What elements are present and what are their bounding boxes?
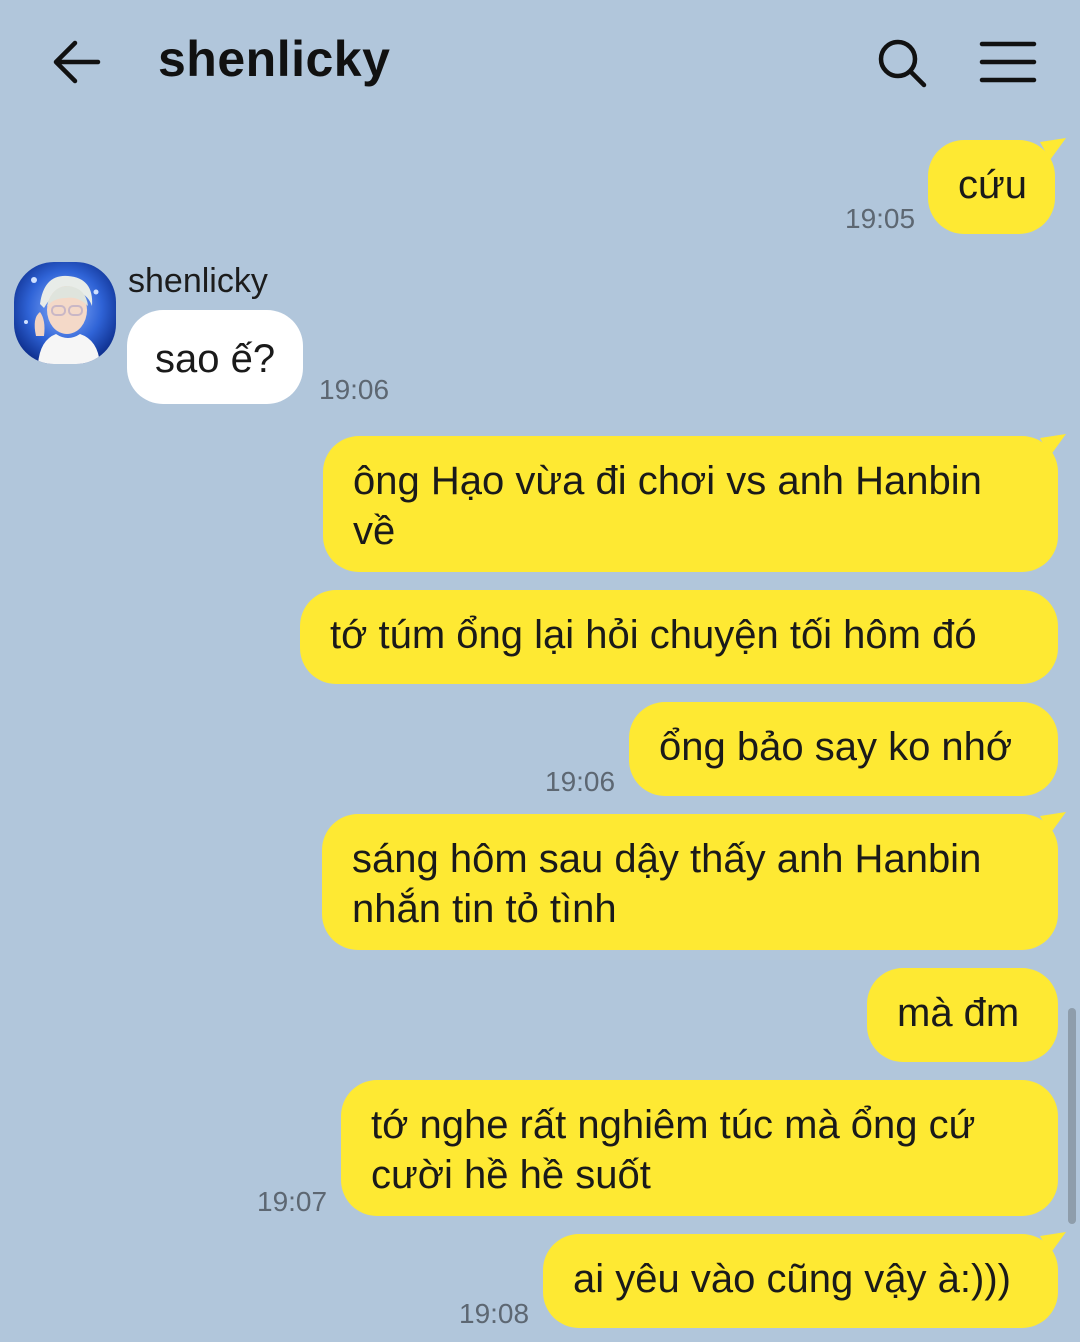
message-text-line: sáng hôm sau dậy thấy anh Hanbin <box>352 837 982 881</box>
message-timestamp: 19:05 <box>845 203 916 234</box>
message-text-line: cười hề hề suốt <box>371 1153 651 1197</box>
scrollbar[interactable] <box>1068 1008 1076 1224</box>
message-text: cứu <box>958 163 1028 207</box>
outgoing-message[interactable]: ai yêu vào cũng vậy à:))) <box>543 1234 1058 1328</box>
message-timestamp: 19:06 <box>319 374 390 405</box>
bubble-tail <box>1040 138 1066 160</box>
hamburger-menu-icon <box>979 41 1037 83</box>
message-text: mà đm <box>897 991 1020 1035</box>
menu-button[interactable] <box>978 36 1038 88</box>
search-button[interactable] <box>874 36 930 92</box>
message-timestamp: 19:08 <box>459 1298 530 1329</box>
outgoing-message[interactable]: sáng hôm sau dậy thấy anh Hanbin nhắn ti… <box>322 814 1058 950</box>
message-timestamp: 19:07 <box>257 1186 328 1217</box>
message-text-line: về <box>353 509 396 553</box>
contact-avatar-photo <box>14 262 116 364</box>
outgoing-message[interactable]: cứu <box>928 140 1056 234</box>
message-text-line: nhắn tin tỏ tình <box>352 887 617 931</box>
contact-avatar[interactable] <box>14 262 116 364</box>
bubble-tail <box>1040 812 1066 834</box>
incoming-message[interactable]: sao ế? <box>127 310 304 404</box>
sender-name: shenlicky <box>128 262 268 300</box>
outgoing-message[interactable]: tớ nghe rất nghiêm túc mà ổng cứ cười hề… <box>341 1080 1058 1216</box>
message-text: ổng bảo say ko nhớ <box>659 725 1013 769</box>
chat-title: shenlicky <box>158 31 391 87</box>
search-icon <box>878 39 927 88</box>
outgoing-message[interactable]: ổng bảo say ko nhớ <box>629 702 1058 796</box>
outgoing-message[interactable]: ông Hạo vừa đi chơi vs anh Hanbin về <box>323 436 1058 572</box>
outgoing-message[interactable]: mà đm <box>867 968 1058 1062</box>
bubble-tail <box>1040 434 1066 456</box>
bubble-tail <box>1040 1232 1066 1254</box>
message-text: sao ế? <box>155 337 276 381</box>
message-text: ai yêu vào cũng vậy à:))) <box>573 1257 1011 1301</box>
outgoing-message[interactable]: tớ túm ổng lại hỏi chuyện tối hôm đó <box>300 590 1058 684</box>
message-timestamp: 19:06 <box>545 766 616 797</box>
back-button[interactable] <box>48 34 104 90</box>
message-text-line: ông Hạo vừa đi chơi vs anh Hanbin <box>353 459 982 503</box>
chat-header: shenlicky <box>0 0 1080 125</box>
message-text: tớ túm ổng lại hỏi chuyện tối hôm đó <box>330 613 977 657</box>
arrow-left-icon <box>53 40 101 84</box>
message-text-line: tớ nghe rất nghiêm túc mà ổng cứ <box>371 1103 976 1147</box>
